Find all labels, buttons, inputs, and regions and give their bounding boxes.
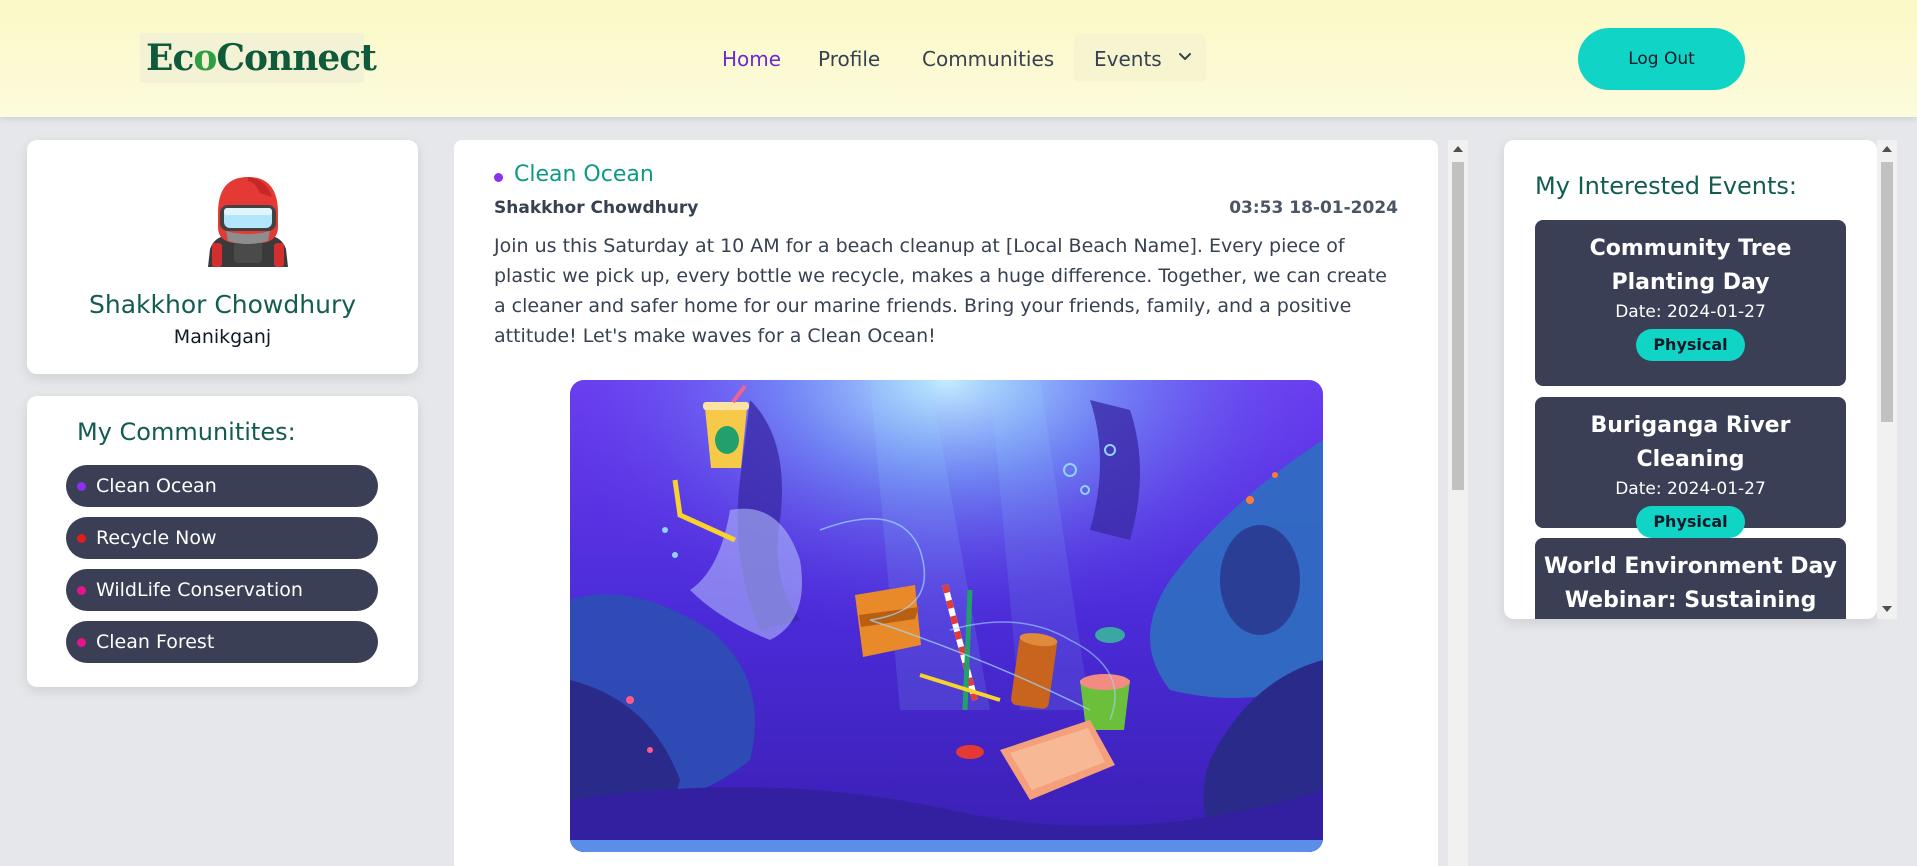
nav-profile[interactable]: Profile [818, 44, 880, 74]
communities-card: My Communitites: Clean Ocean Recycle Now… [27, 396, 418, 687]
post-image [570, 380, 1323, 852]
ecoconnect-logo[interactable]: EcoConnect [140, 33, 377, 83]
community-pill-clean-ocean[interactable]: Clean Ocean [66, 465, 378, 507]
feed-scrollbar[interactable] [1448, 140, 1468, 866]
post-timestamp: 03:53 18-01-2024 [1229, 198, 1398, 218]
events-scrollbar[interactable] [1877, 140, 1897, 619]
post-community-link[interactable]: Clean Ocean [514, 162, 654, 187]
event-type-badge: Physical [1636, 506, 1745, 538]
community-dot [77, 482, 86, 491]
nav-home[interactable]: Home [722, 44, 781, 74]
post-body: Join us this Saturday at 10 AM for a bea… [494, 235, 1387, 347]
top-navbar: EcoConnect Home Profile Communities Even… [0, 0, 1917, 117]
event-card[interactable]: World Environment Day Webinar: Sustainin… [1535, 538, 1846, 619]
community-dot [77, 638, 86, 647]
community-pill-clean-forest[interactable]: Clean Forest [66, 621, 378, 663]
feed-scrollbar-thumb[interactable] [1452, 162, 1464, 490]
community-label: Clean Ocean [96, 475, 217, 497]
post-card: Clean Ocean Shakkhor Chowdhury 03:53 18-… [454, 140, 1438, 866]
scroll-down-icon[interactable] [1882, 606, 1892, 612]
community-dot [77, 534, 86, 543]
scroll-up-icon[interactable] [1882, 146, 1892, 152]
community-label: Recycle Now [96, 527, 217, 549]
community-pill-recycle-now[interactable]: Recycle Now [66, 517, 378, 559]
community-dot [77, 586, 86, 595]
nav-events[interactable]: Events [1094, 44, 1162, 74]
scroll-up-icon[interactable] [1453, 146, 1463, 152]
community-dot [494, 173, 503, 182]
community-pill-wildlife-conservation[interactable]: WildLife Conservation [66, 569, 378, 611]
nav-communities[interactable]: Communities [922, 44, 1054, 74]
events-scrollbar-thumb[interactable] [1881, 162, 1893, 422]
avatar [208, 177, 288, 267]
profile-location: Manikganj [173, 326, 272, 348]
interested-events-card: My Interested Events: Community Tree Pla… [1504, 140, 1877, 619]
event-name: Buriganga River Cleaning [1590, 413, 1791, 472]
profile-name: Shakkhor Chowdhury [88, 290, 357, 319]
event-name: Community Tree Planting Day [1589, 236, 1792, 295]
events-title: My Interested Events: [1535, 172, 1797, 200]
profile-card: Shakkhor Chowdhury Manikganj [27, 140, 418, 374]
community-label: WildLife Conservation [96, 579, 303, 601]
event-type-badge: Physical [1636, 329, 1745, 361]
event-date: Date: 2024-01-27 [1615, 302, 1766, 322]
event-date: Date: 2024-01-27 [1615, 479, 1766, 499]
community-label: Clean Forest [96, 631, 215, 653]
event-name: World Environment Day Webinar: Sustainin… [1543, 554, 1838, 613]
communities-title: My Communitites: [77, 418, 296, 446]
post-author: Shakkhor Chowdhury [494, 198, 699, 218]
nav-events-dropdown[interactable]: Events [1074, 34, 1206, 82]
logout-button[interactable]: Log Out [1578, 28, 1745, 90]
chevron-down-icon [1179, 53, 1191, 60]
event-card[interactable]: Community Tree Planting Day Date: 2024-0… [1535, 220, 1846, 386]
event-card[interactable]: Buriganga River Cleaning Date: 2024-01-2… [1535, 397, 1846, 538]
